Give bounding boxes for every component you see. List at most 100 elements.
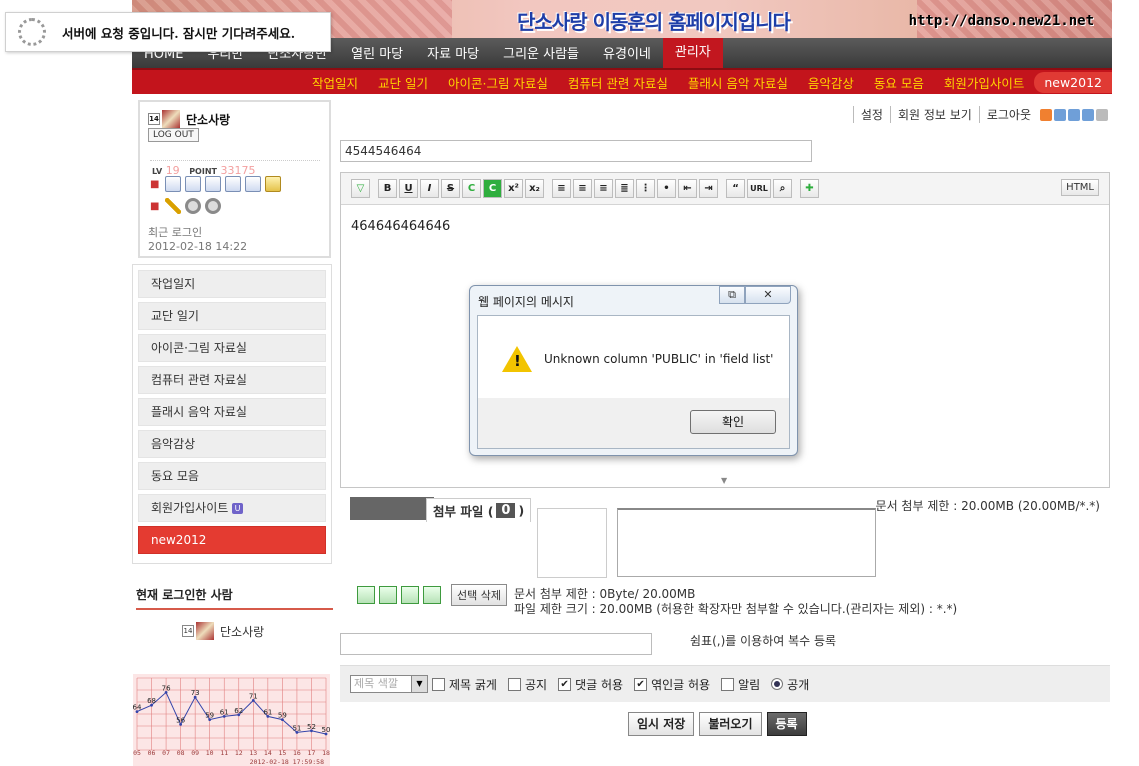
search-user-icon[interactable] xyxy=(245,176,262,192)
side-menu-item-signup[interactable]: 회원가입사이트 U xyxy=(138,494,326,522)
option-allow-trackback[interactable]: ✔ 엮인글 허용 xyxy=(634,676,710,693)
windows-icon[interactable] xyxy=(185,176,202,192)
subnav-item[interactable]: 교단 일기 xyxy=(368,73,438,92)
attach-count: 0 xyxy=(496,503,516,518)
unordered-list-icon[interactable]: • xyxy=(657,179,676,198)
nav-item-admin[interactable]: 관리자 xyxy=(662,38,723,68)
side-menu-item[interactable]: 아이콘·그림 자료실 xyxy=(138,334,326,362)
radio[interactable] xyxy=(771,678,784,690)
align-left-icon[interactable]: ≡ xyxy=(552,179,571,198)
bg-color-button[interactable]: C xyxy=(483,179,502,198)
dropdown-icon[interactable]: ▽ xyxy=(351,179,370,198)
login-username[interactable]: 단소사랑 xyxy=(186,111,230,128)
option-notify[interactable]: 알림 xyxy=(721,676,760,693)
url-button[interactable]: URL xyxy=(747,179,771,198)
nav-item-people[interactable]: 그리운 사람들 xyxy=(491,38,591,68)
key-icon[interactable] xyxy=(165,198,182,214)
edit-page-icon[interactable] xyxy=(225,176,242,192)
post-title-input[interactable] xyxy=(340,140,812,162)
load-draft-button[interactable]: 불러오기 xyxy=(699,712,762,736)
post-options: 제목 색깔 ▼ 제목 굵게 공지 ✔ 댓글 허용 ✔ 엮인글 허용 알림 공개 xyxy=(340,665,1110,702)
option-public[interactable]: 공개 xyxy=(771,676,809,693)
side-menu-item[interactable]: 컴퓨터 관련 자료실 xyxy=(138,366,326,394)
ok-button[interactable]: 확인 xyxy=(690,410,776,434)
side-menu-item[interactable]: 음악감상 xyxy=(138,430,326,458)
skin-list-icon[interactable] xyxy=(1054,108,1066,121)
subnav-item[interactable]: 컴퓨터 관련 자료실 xyxy=(558,73,678,92)
align-center-icon[interactable]: ≡ xyxy=(573,179,592,198)
checkbox[interactable]: ✔ xyxy=(558,677,572,691)
chart-data-label: 61 xyxy=(263,708,272,716)
add-page-icon[interactable] xyxy=(205,176,222,192)
skin-c-icon[interactable] xyxy=(1096,108,1108,121)
insert-center-icon[interactable] xyxy=(379,586,397,604)
bold-button[interactable]: B xyxy=(378,179,397,198)
justify-icon[interactable]: ≣ xyxy=(615,179,634,198)
indent-icon[interactable]: ⇥ xyxy=(699,179,718,198)
checkbox[interactable] xyxy=(432,677,445,691)
option-notice[interactable]: 공지 xyxy=(507,676,547,693)
logout-link[interactable]: 로그아웃 xyxy=(978,106,1038,123)
attach-file-list[interactable] xyxy=(617,508,876,577)
insert-all-icon[interactable] xyxy=(423,586,441,604)
outdent-icon[interactable]: ⇤ xyxy=(678,179,697,198)
quote-button[interactable]: “ xyxy=(726,179,745,198)
nav-item-open[interactable]: 열린 마당 xyxy=(339,38,415,68)
checkbox[interactable] xyxy=(507,677,521,691)
expand-plus-icon[interactable]: ✚ xyxy=(800,179,819,198)
delete-selected-button[interactable]: 선택 삭제 xyxy=(451,584,507,606)
side-menu-item[interactable]: 플래시 음악 자료실 xyxy=(138,398,326,426)
option-bold-title[interactable]: 제목 굵게 xyxy=(432,676,497,693)
online-user[interactable]: 14 단소사랑 xyxy=(182,622,264,640)
nav-item-yukyung[interactable]: 유경이네 xyxy=(591,38,663,68)
search-icon[interactable]: ⌕ xyxy=(773,179,792,198)
member-info-link[interactable]: 회원 정보 보기 xyxy=(889,106,979,123)
skin-t-icon[interactable] xyxy=(1040,108,1052,121)
close-icon[interactable]: ✕ xyxy=(745,286,791,304)
subnav-item[interactable]: 작업일지 xyxy=(302,73,368,92)
title-color-select[interactable]: 제목 색깔 ▼ xyxy=(350,675,428,693)
mail-icon[interactable] xyxy=(265,176,282,192)
subnav-item[interactable]: 동요 모음 xyxy=(864,73,934,92)
dialog-window-buttons: ⧉ ✕ xyxy=(719,286,791,304)
side-menu-item[interactable]: 동요 모음 xyxy=(138,462,326,490)
align-right-icon[interactable]: ≡ xyxy=(594,179,613,198)
gear-icon[interactable] xyxy=(185,198,202,214)
insert-right-icon[interactable] xyxy=(401,586,419,604)
font-color-button[interactable]: C xyxy=(462,179,481,198)
editor-body-text[interactable]: 464646464646 xyxy=(351,219,450,234)
banner-url[interactable]: http://danso.new21.net xyxy=(909,13,1094,29)
html-mode-button[interactable]: HTML xyxy=(1061,179,1099,196)
strike-button[interactable]: S xyxy=(441,179,460,198)
side-menu-item[interactable]: 작업일지 xyxy=(138,270,326,298)
ordered-list-icon[interactable]: ⋮ xyxy=(636,179,655,198)
resize-handle-icon[interactable]: ▼ xyxy=(721,476,727,485)
skin-tile-icon[interactable] xyxy=(1082,108,1094,121)
submit-button[interactable]: 등록 xyxy=(766,712,807,736)
underline-button[interactable]: U xyxy=(399,179,418,198)
profile-icon[interactable] xyxy=(165,176,182,192)
side-menu-item-active[interactable]: new2012 xyxy=(138,526,326,554)
subscript-button[interactable]: x₂ xyxy=(525,179,544,198)
italic-button[interactable]: I xyxy=(420,179,439,198)
subnav-item[interactable]: 플래시 음악 자료실 xyxy=(678,73,798,92)
subnav-item[interactable]: 음악감상 xyxy=(798,73,864,92)
save-draft-button[interactable]: 임시 저장 xyxy=(628,712,695,736)
settings-link[interactable]: 설정 xyxy=(852,106,890,123)
option-allow-comment[interactable]: ✔ 댓글 허용 xyxy=(558,676,623,693)
gears-icon[interactable] xyxy=(205,198,222,214)
copy-icon[interactable]: ⧉ xyxy=(719,286,745,304)
superscript-button[interactable]: x² xyxy=(504,179,523,198)
nav-item-resources[interactable]: 자료 마당 xyxy=(415,38,491,68)
checkbox[interactable] xyxy=(721,677,735,691)
side-menu-item[interactable]: 교단 일기 xyxy=(138,302,326,330)
subnav-item[interactable]: 아이콘·그림 자료실 xyxy=(438,73,558,92)
attach-tab[interactable]: 첨부 파일 ( 0 ) xyxy=(426,498,532,522)
checkbox[interactable]: ✔ xyxy=(634,677,648,691)
tag-input[interactable] xyxy=(340,633,652,655)
logout-button[interactable]: LOG OUT xyxy=(148,128,199,142)
skin-grid-icon[interactable] xyxy=(1068,108,1080,121)
insert-left-icon[interactable] xyxy=(357,586,375,604)
subnav-item[interactable]: 회원가입사이트 xyxy=(934,73,1035,92)
subnav-item-active[interactable]: new2012 xyxy=(1034,71,1112,93)
